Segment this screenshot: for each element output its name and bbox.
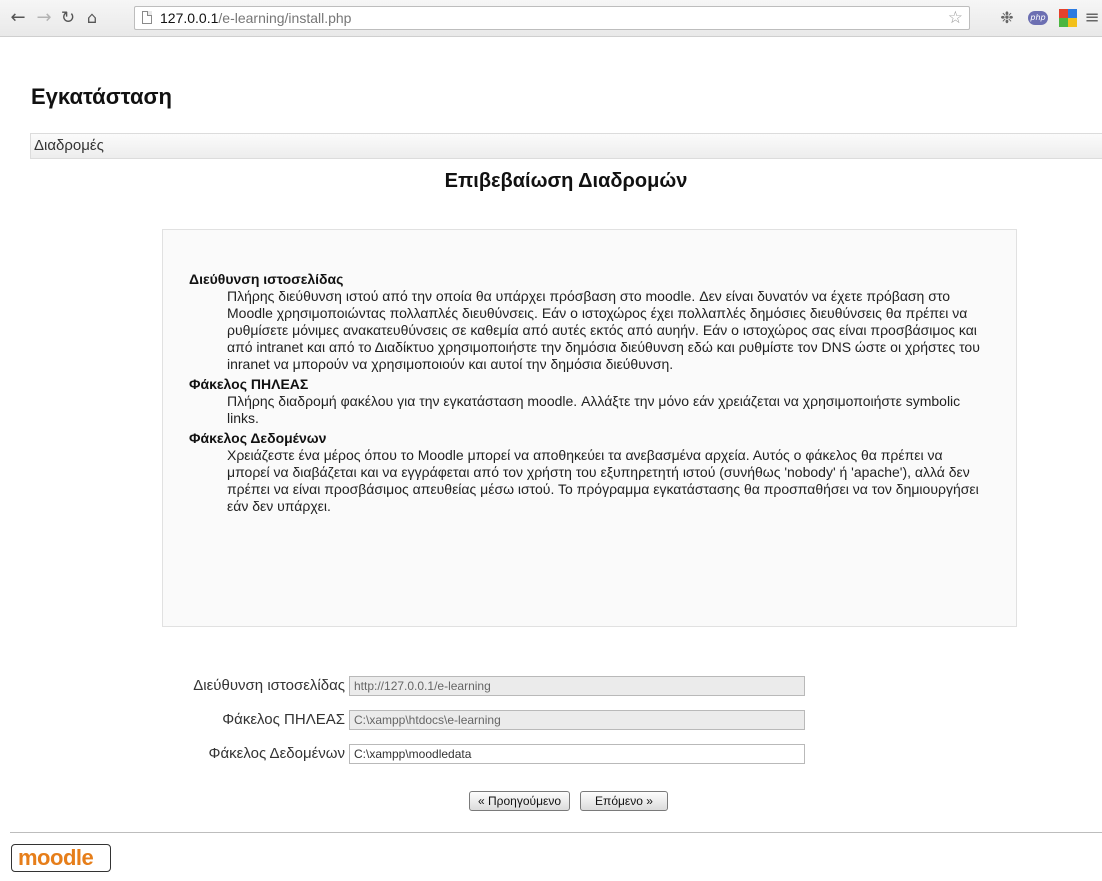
forward-arrow-icon[interactable]: → (34, 7, 54, 29)
wwwroot-row: Διεύθυνση ιστοσελίδας (0, 675, 1102, 699)
page-icon (142, 11, 152, 24)
help-box: Διεύθυνση ιστοσελίδας Πλήρης διεύθυνση ι… (162, 229, 1017, 627)
dataroot-input[interactable] (349, 744, 805, 764)
help-description-dataroot: Χρειάζεστε ένα μέρος όπου το Moodle μπορ… (227, 447, 979, 514)
url-text[interactable]: 127.0.0.1/e-learning/install.php (160, 10, 351, 26)
url-path: /e-learning/install.php (218, 10, 352, 26)
page-title: Εγκατάσταση (31, 84, 172, 109)
dirroot-input[interactable] (349, 710, 805, 730)
help-list: Διεύθυνση ιστοσελίδας Πλήρης διεύθυνση ι… (189, 271, 989, 518)
help-term-dirroot: Φάκελος ΠΗΛΕΑΣ (189, 376, 309, 392)
help-description-dirroot: Πλήρης διαδρομή φακέλου για την εγκατάστ… (227, 393, 961, 426)
dirroot-label: Φάκελος ΠΗΛΕΑΣ (222, 711, 345, 728)
php-extension-icon[interactable]: php (1028, 11, 1048, 25)
back-arrow-icon[interactable]: ← (8, 7, 28, 29)
home-icon[interactable]: ⌂ (82, 7, 102, 29)
next-button[interactable]: Επόμενο » (580, 791, 668, 811)
help-term-dataroot: Φάκελος Δεδομένων (189, 430, 327, 446)
breadcrumb: Διαδρομές (34, 137, 104, 154)
moodle-logo-text: moodle (18, 845, 94, 870)
wwwroot-input[interactable] (349, 676, 805, 696)
help-description-wwwroot: Πλήρης διεύθυνση ιστού από την οποία θα … (227, 288, 980, 372)
browser-toolbar: ← → ↻ ⌂ 127.0.0.1/e-learning/install.php… (0, 0, 1102, 37)
help-term-wwwroot: Διεύθυνση ιστοσελίδας (189, 271, 344, 287)
menu-icon[interactable]: ≡ (1082, 8, 1102, 28)
address-bar[interactable]: 127.0.0.1/e-learning/install.php ☆ (134, 6, 970, 30)
bookmark-star-icon[interactable]: ☆ (948, 8, 963, 28)
section-heading: Επιβεβαίωση Διαδρομών (444, 170, 688, 192)
moodle-logo[interactable]: moodle (11, 844, 111, 872)
footer-divider (10, 832, 1102, 833)
previous-button[interactable]: « Προηγούμενο (469, 791, 570, 811)
dataroot-row: Φάκελος Δεδομένων (0, 743, 1102, 767)
url-host: 127.0.0.1 (160, 10, 219, 26)
wwwroot-label: Διεύθυνση ιστοσελίδας (193, 677, 345, 694)
bug-extension-icon[interactable]: ❉ (997, 8, 1017, 28)
navbar: Διαδρομές (30, 133, 1102, 159)
color-extension-icon[interactable] (1058, 8, 1078, 28)
reload-icon[interactable]: ↻ (58, 7, 78, 29)
dirroot-row: Φάκελος ΠΗΛΕΑΣ (0, 709, 1102, 733)
dataroot-label: Φάκελος Δεδομένων (208, 745, 345, 762)
